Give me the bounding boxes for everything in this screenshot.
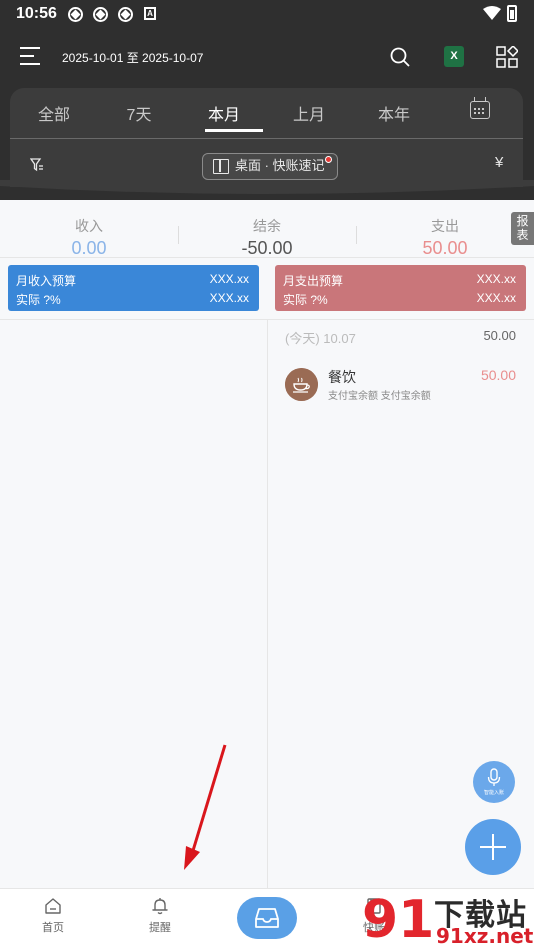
expense-budget-amount: XXX.xx bbox=[476, 272, 516, 286]
app-notification-icon bbox=[118, 7, 133, 22]
inbox-icon bbox=[255, 908, 279, 928]
voice-entry-label: 智能入账 bbox=[483, 790, 504, 796]
summary-bar: 收入 0.00 结余 -50.00 支出 50.00 bbox=[0, 210, 534, 260]
balance-summary[interactable]: 结余 -50.00 bbox=[178, 210, 356, 259]
search-icon[interactable] bbox=[390, 47, 410, 67]
quick-entry-label: 桌面 · 快账速记 bbox=[235, 158, 325, 173]
battery-icon bbox=[507, 5, 517, 22]
header-curve bbox=[0, 180, 534, 194]
income-actual-amount: XXX.xx bbox=[209, 291, 249, 305]
status-time: 10:56 bbox=[16, 5, 57, 22]
balance-value: -50.00 bbox=[241, 238, 293, 258]
income-budget-card[interactable]: 月收入预算 XXX.xx 实际 ?% XXX.xx bbox=[8, 265, 259, 311]
home-icon bbox=[45, 898, 61, 914]
add-entry-button[interactable] bbox=[465, 819, 521, 875]
expense-budget-title: 月支出预算 bbox=[283, 274, 344, 288]
day-group-total: 50.00 bbox=[483, 328, 516, 343]
nav-inbox[interactable] bbox=[237, 897, 297, 939]
nav-home-label: 首页 bbox=[42, 922, 64, 934]
status-bar: 10:56 A bbox=[0, 0, 534, 28]
menu-icon[interactable] bbox=[20, 47, 40, 67]
red-arrow-annotation bbox=[184, 744, 227, 870]
income-summary[interactable]: 收入 0.00 bbox=[0, 210, 178, 259]
quick-entry-chip[interactable]: 桌面 · 快账速记 bbox=[202, 153, 338, 180]
balance-label: 结余 bbox=[253, 218, 281, 234]
app-a-icon: A bbox=[144, 7, 156, 20]
income-budget-amount: XXX.xx bbox=[209, 272, 249, 286]
column-divider bbox=[267, 320, 268, 888]
tab-this-year[interactable]: 本年 bbox=[378, 101, 410, 125]
divider bbox=[0, 257, 534, 258]
expense-value: 50.00 bbox=[422, 238, 468, 258]
coffee-cup-icon bbox=[285, 368, 318, 401]
income-budget-title: 月收入预算 bbox=[16, 274, 77, 288]
expense-summary[interactable]: 支出 50.00 bbox=[356, 210, 534, 259]
app-notification-icon bbox=[68, 7, 83, 22]
app-header: 10:56 A 2025-10-01 至 2025-10-07 X 全部 7天 … bbox=[0, 0, 534, 200]
apps-grid-icon[interactable] bbox=[496, 46, 518, 68]
nav-reminder-label: 提醒 bbox=[149, 922, 171, 934]
entry-title: 餐饮 bbox=[328, 369, 356, 385]
tab-last-month[interactable]: 上月 bbox=[293, 101, 325, 125]
top-toolbar: 2025-10-01 至 2025-10-07 X bbox=[0, 36, 534, 80]
nav-reminder[interactable]: 提醒 bbox=[130, 897, 190, 935]
income-value: 0.00 bbox=[71, 238, 107, 258]
day-group-date: (今天) 10.07 bbox=[285, 331, 356, 346]
expense-actual-label: 实际 ?% bbox=[283, 293, 328, 307]
entry-account: 支付宝余额 支付宝余额 bbox=[328, 391, 431, 402]
expense-budget-card[interactable]: 月支出预算 XXX.xx 实际 ?% XXX.xx bbox=[275, 265, 526, 311]
tab-this-month[interactable]: 本月 bbox=[208, 101, 240, 125]
voice-entry-button[interactable]: 智能入账 bbox=[473, 761, 515, 803]
report-button[interactable]: 报表 bbox=[511, 212, 534, 245]
expense-actual-amount: XXX.xx bbox=[476, 291, 516, 305]
watermark-url: 91xz.net bbox=[436, 924, 534, 948]
watermark-logo: 91 bbox=[362, 890, 435, 950]
entry-amount: 50.00 bbox=[480, 367, 516, 383]
wifi-icon bbox=[483, 6, 501, 20]
income-label: 收入 bbox=[75, 218, 103, 234]
income-actual-label: 实际 ?% bbox=[16, 293, 61, 307]
microphone-icon bbox=[487, 768, 501, 786]
calendar-icon[interactable] bbox=[470, 97, 490, 119]
notification-dot bbox=[325, 156, 332, 163]
bell-icon bbox=[152, 898, 168, 915]
expense-label: 支出 bbox=[431, 218, 459, 234]
excel-export-icon[interactable]: X bbox=[444, 46, 464, 67]
layout-icon bbox=[213, 159, 229, 174]
app-notification-icon bbox=[93, 7, 108, 22]
period-tabs: 全部 7天 本月 上月 本年 bbox=[10, 88, 523, 139]
watermark: 91 下载站 91xz.net bbox=[356, 890, 534, 950]
currency-icon[interactable]: ¥ bbox=[495, 154, 503, 171]
nav-home[interactable]: 首页 bbox=[23, 897, 83, 935]
tab-all[interactable]: 全部 bbox=[38, 101, 70, 125]
filter-icon[interactable] bbox=[30, 158, 44, 172]
tab-7days[interactable]: 7天 bbox=[127, 101, 152, 125]
report-label: 报表 bbox=[516, 214, 529, 242]
date-range[interactable]: 2025-10-01 至 2025-10-07 bbox=[62, 49, 203, 66]
active-tab-indicator bbox=[205, 129, 263, 132]
